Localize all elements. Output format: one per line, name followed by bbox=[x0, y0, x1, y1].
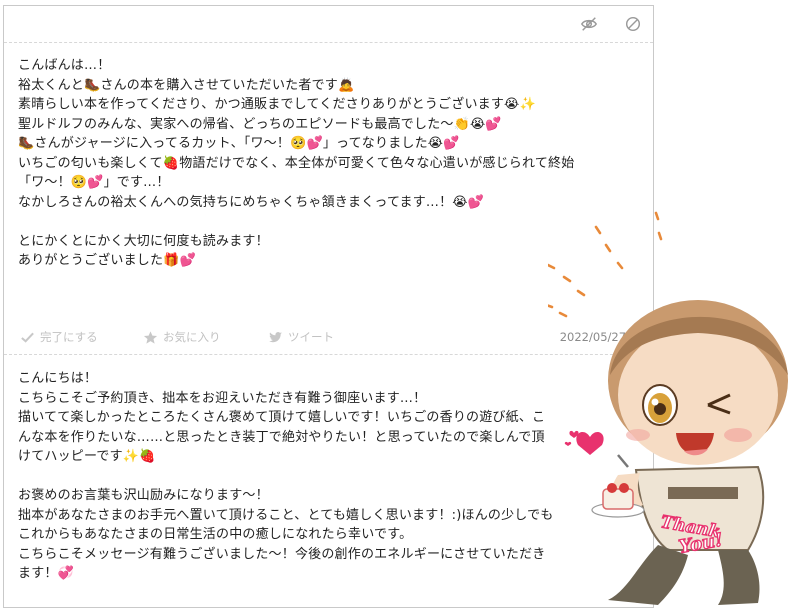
favorite-button[interactable]: お気に入り bbox=[143, 329, 221, 345]
chibi-character-illustration: Thank You! bbox=[548, 211, 788, 605]
eye-slash-icon[interactable] bbox=[580, 15, 598, 33]
mark-done-label: 完了にする bbox=[40, 330, 98, 344]
prohibit-icon[interactable] bbox=[624, 15, 642, 33]
reply-message-text: こんにちは！ こちらこそご予約頂き、拙本をお迎えいただき有難う御座います…！ 描… bbox=[18, 371, 554, 581]
motion-dashes bbox=[548, 211, 663, 318]
fan-message-text: こんばんは…！ 裕太くんと🥾さんの本を購入させていただいた者です🙇 素晴らしい本… bbox=[18, 58, 575, 268]
star-icon bbox=[143, 330, 158, 344]
tweet-button[interactable]: ツイート bbox=[268, 329, 334, 345]
twitter-bird-icon bbox=[268, 331, 283, 342]
tweet-label: ツイート bbox=[288, 330, 334, 344]
card-toolbar bbox=[4, 6, 653, 43]
favorite-label: お気に入り bbox=[163, 330, 221, 344]
mark-done-button[interactable]: 完了にする bbox=[20, 329, 98, 345]
check-icon bbox=[21, 332, 34, 343]
